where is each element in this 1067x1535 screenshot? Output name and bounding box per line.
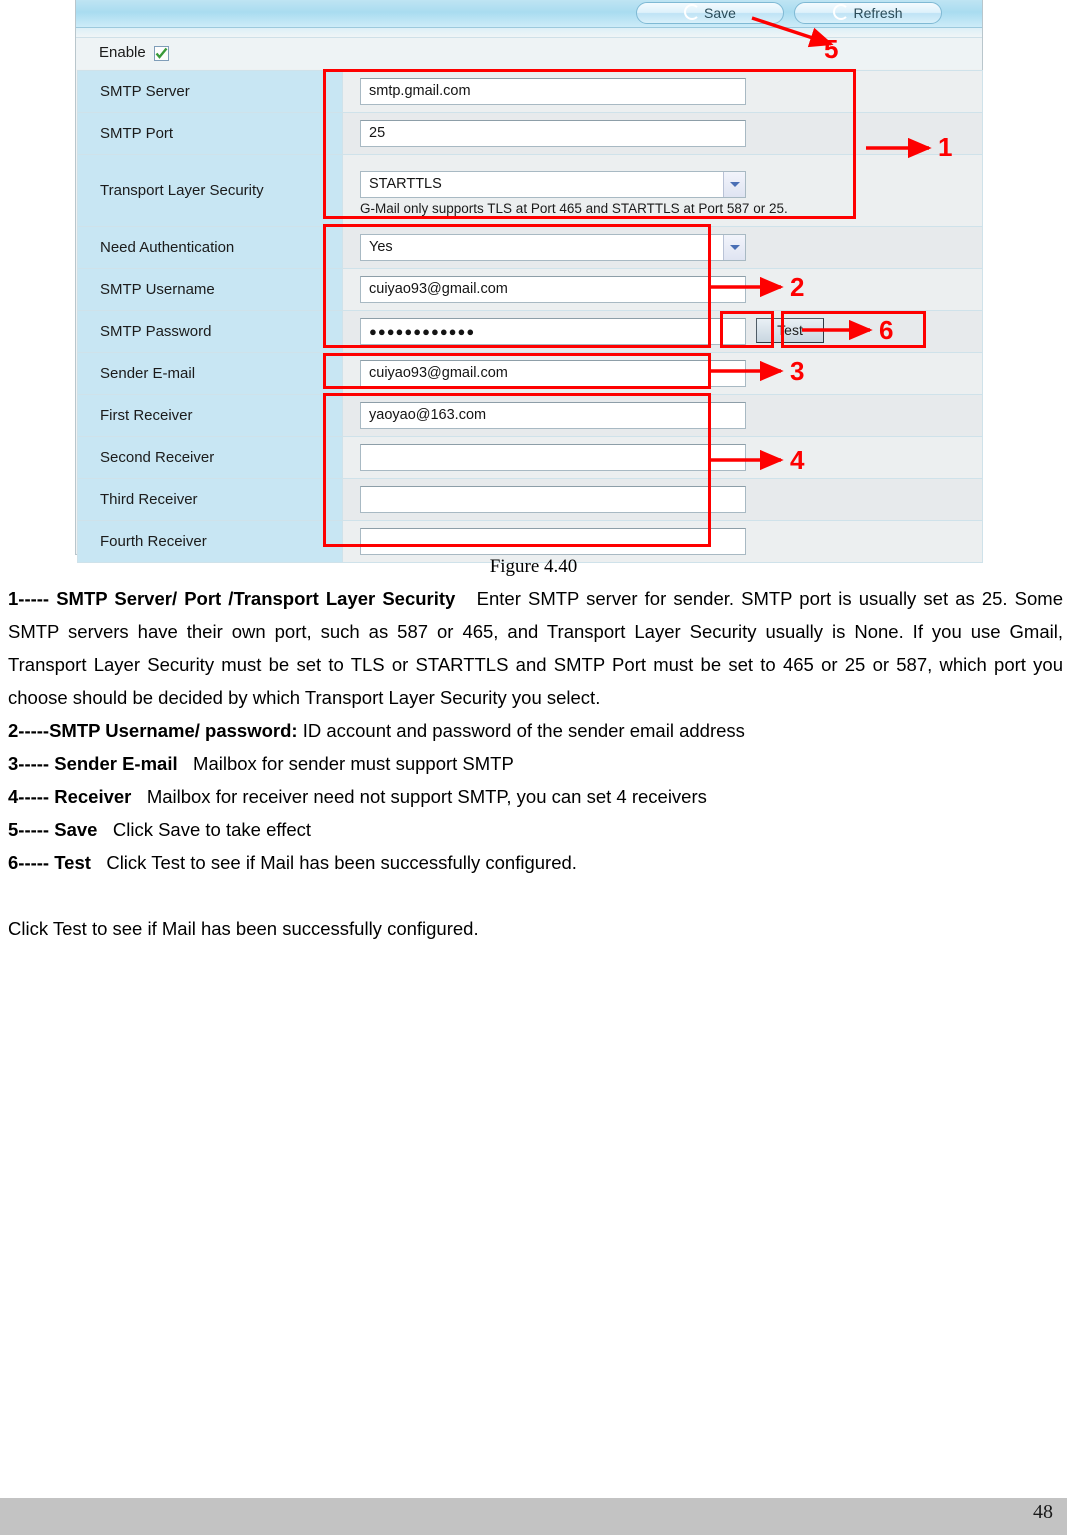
row-label: SMTP Port bbox=[77, 112, 343, 155]
item-3: 3----- Sender E-mail Mailbox for sender … bbox=[8, 747, 1063, 780]
enable-label: Enable bbox=[99, 44, 146, 61]
item-1: 1----- SMTP Server/ Port /Transport Laye… bbox=[8, 582, 1063, 714]
item-6-title: 6----- Test bbox=[8, 852, 91, 873]
item-4-title: 4----- Receiver bbox=[8, 786, 132, 807]
row-label: SMTP Server bbox=[77, 70, 343, 113]
highlight-box-receivers bbox=[323, 393, 711, 547]
callout-number-4: 4 bbox=[790, 445, 805, 475]
item-2-title: 2-----SMTP Username/ password: bbox=[8, 720, 298, 741]
highlight-box-auth-username-password bbox=[323, 224, 711, 348]
callout-number-1: 1 bbox=[938, 132, 953, 162]
callout-number-2: 2 bbox=[790, 272, 805, 302]
callout-number-3: 3 bbox=[790, 356, 805, 386]
refresh-button-label: Refresh bbox=[853, 5, 903, 21]
enable-checkbox[interactable] bbox=[154, 46, 169, 61]
row-label: Sender E-mail bbox=[77, 352, 343, 395]
save-button[interactable]: Save bbox=[636, 2, 784, 24]
row-label: Second Receiver bbox=[77, 436, 343, 479]
row-label: SMTP Username bbox=[77, 268, 343, 311]
row-label: Third Receiver bbox=[77, 478, 343, 521]
item-2-text: ID account and password of the sender em… bbox=[302, 720, 745, 741]
row-label: First Receiver bbox=[77, 394, 343, 437]
callout-number-5: 5 bbox=[824, 34, 839, 64]
toolbar-divider bbox=[76, 28, 982, 38]
page-footer-bar bbox=[0, 1498, 1067, 1535]
checkmark-icon bbox=[155, 47, 168, 59]
item-5: 5----- Save Click Save to take effect bbox=[8, 813, 1063, 846]
highlight-box-test-button bbox=[720, 311, 774, 348]
enable-row: Enable bbox=[76, 38, 982, 69]
item-5-text: Click Save to take effect bbox=[112, 819, 311, 840]
item-2: 2-----SMTP Username/ password: ID accoun… bbox=[8, 714, 1063, 747]
closing-paragraph: Click Test to see if Mail has been succe… bbox=[8, 918, 479, 939]
item-5-title: 5----- Save bbox=[8, 819, 98, 840]
explanatory-text: 1----- SMTP Server/ Port /Transport Laye… bbox=[8, 582, 1063, 945]
figure-caption: Figure 4.40 bbox=[489, 556, 578, 577]
figure-screenshot: Save Refresh Enable SMTP Server smtp.gma… bbox=[75, 0, 983, 563]
refresh-swirl-icon bbox=[684, 4, 701, 20]
item-4-text: Mailbox for receiver need not support SM… bbox=[146, 786, 707, 807]
callout-number-6: 6 bbox=[879, 315, 894, 345]
highlight-box-test-callout bbox=[781, 311, 926, 348]
item-3-text: Mailbox for sender must support SMTP bbox=[193, 753, 514, 774]
highlight-box-sender-email bbox=[323, 353, 711, 389]
highlight-box-server-port-tls bbox=[323, 69, 856, 219]
row-label: Transport Layer Security bbox=[77, 154, 343, 227]
item-6: 6----- Test Click Test to see if Mail ha… bbox=[8, 846, 1063, 879]
page-number: 48 bbox=[1033, 1501, 1053, 1523]
chevron-down-icon[interactable] bbox=[723, 235, 745, 260]
item-1-title: 1----- SMTP Server/ Port /Transport Laye… bbox=[8, 588, 456, 609]
camera-ui-toolbar: Save Refresh bbox=[76, 0, 982, 28]
item-3-title: 3----- Sender E-mail bbox=[8, 753, 178, 774]
refresh-swirl-icon bbox=[833, 4, 850, 20]
save-button-label: Save bbox=[704, 5, 736, 21]
item-4: 4----- Receiver Mailbox for receiver nee… bbox=[8, 780, 1063, 813]
row-label: Need Authentication bbox=[77, 226, 343, 269]
row-label: SMTP Password bbox=[77, 310, 343, 353]
item-6-text: Click Test to see if Mail has been succe… bbox=[106, 852, 577, 873]
refresh-button[interactable]: Refresh bbox=[794, 2, 942, 24]
